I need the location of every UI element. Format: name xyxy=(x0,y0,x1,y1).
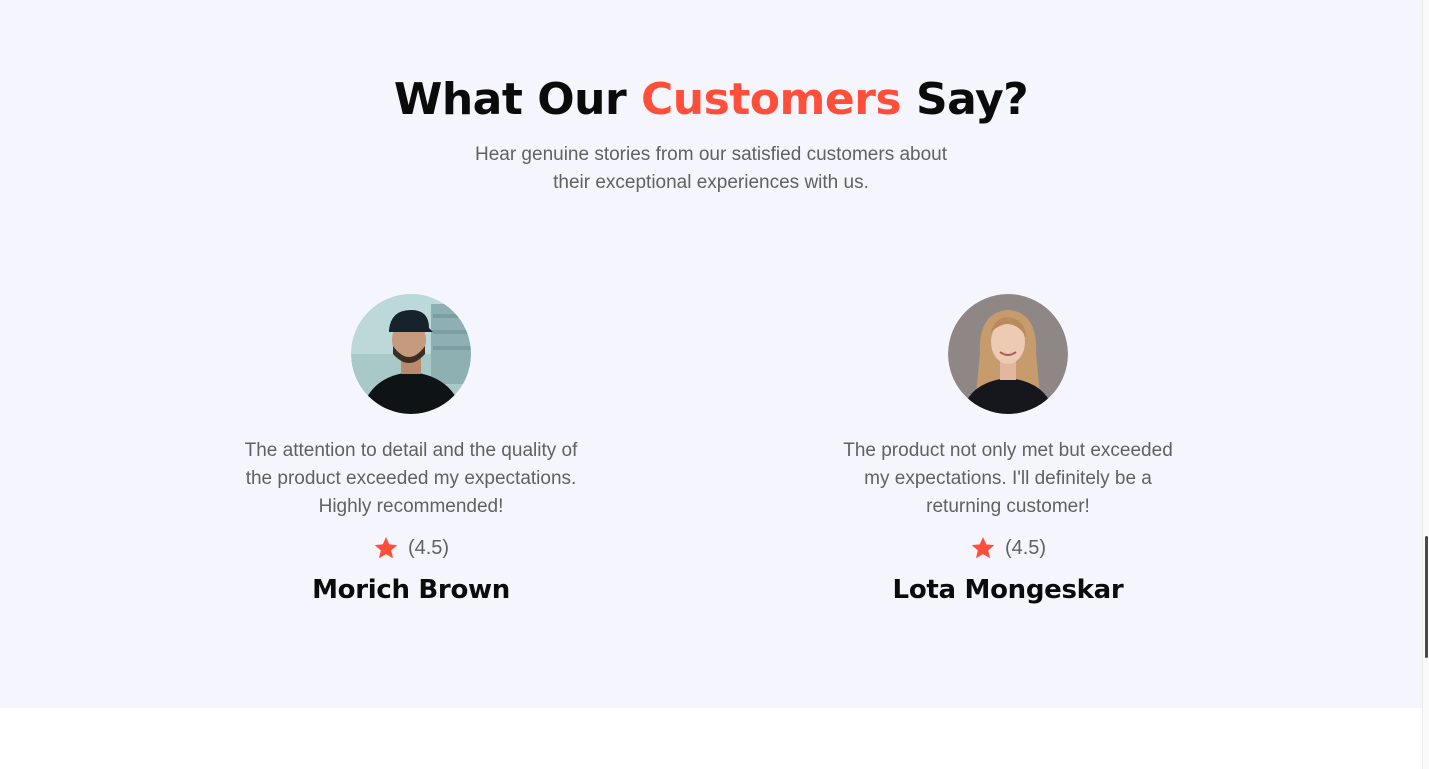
page: What Our Customers Say? Hear genuine sto… xyxy=(0,0,1429,769)
rating: (4.5) xyxy=(798,533,1218,563)
subtitle-line: their exceptional experiences with us. xyxy=(553,172,869,193)
testimonial-card: The product not only met but exceeded my… xyxy=(798,294,1218,607)
star-icon xyxy=(971,536,995,559)
scrollbar-thumb[interactable] xyxy=(1425,536,1428,658)
avatar xyxy=(948,294,1068,414)
quote-line: the product exceeded my expectations. xyxy=(245,468,577,489)
customer-name: Lota Mongeskar xyxy=(892,575,1124,605)
testimonials-section: What Our Customers Say? Hear genuine sto… xyxy=(0,0,1422,708)
testimonial-card: The attention to detail and the quality … xyxy=(201,294,621,607)
title-accent-text: Customers xyxy=(640,74,902,125)
section-subtitle: Hear genuine stories from our satisfied … xyxy=(0,141,1422,197)
quote-line: The attention to detail and the quality … xyxy=(244,440,578,461)
section-title: What Our Customers Say? xyxy=(0,70,1422,130)
rating-value: (4.5) xyxy=(1004,536,1047,559)
quote-line: my expectations. I'll definitely be a xyxy=(864,468,1152,489)
star-icon xyxy=(374,536,398,559)
rating: (4.5) xyxy=(201,533,621,563)
quote-line: returning customer! xyxy=(926,496,1090,517)
rating-value: (4.5) xyxy=(407,536,450,559)
title-text-end: Say? xyxy=(915,74,1029,125)
subtitle-line: Hear genuine stories from our satisfied … xyxy=(474,144,948,165)
title-text: What Our xyxy=(393,74,627,125)
customer-name: Morich Brown xyxy=(312,575,510,605)
next-section xyxy=(0,708,1422,769)
testimonial-quote: The product not only met but exceeded my… xyxy=(798,437,1218,521)
testimonial-quote: The attention to detail and the quality … xyxy=(201,437,621,521)
quote-line: Highly recommended! xyxy=(318,496,504,517)
quote-line: The product not only met but exceeded xyxy=(843,440,1173,461)
avatar xyxy=(351,294,471,414)
